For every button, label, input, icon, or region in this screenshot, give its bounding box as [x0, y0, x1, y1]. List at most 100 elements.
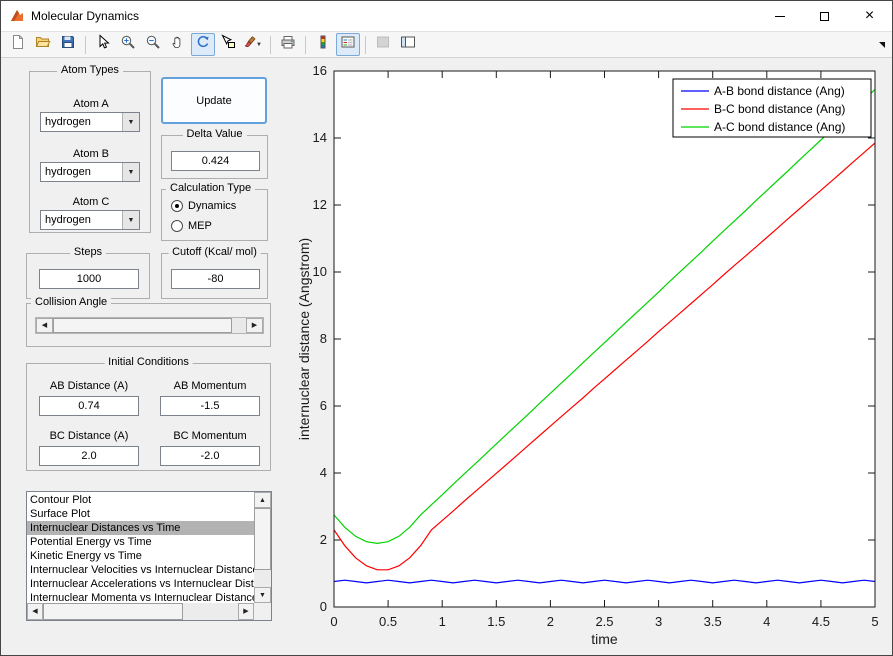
initial-conditions-title: Initial Conditions: [104, 356, 193, 368]
update-button[interactable]: Update: [161, 77, 267, 124]
bc-momentum-label: BC Momentum: [157, 430, 263, 444]
mep-radio[interactable]: MEP: [171, 220, 212, 232]
dynamics-radio[interactable]: Dynamics: [171, 200, 236, 212]
minimize-button[interactable]: [757, 1, 802, 31]
chevron-down-icon[interactable]: ▼: [122, 211, 139, 229]
svg-text:0: 0: [330, 614, 337, 629]
bc-distance-input[interactable]: [39, 446, 139, 466]
toolbar-overflow-icon[interactable]: [879, 42, 885, 48]
brush-button[interactable]: ▼: [241, 33, 265, 56]
list-item[interactable]: Kinetic Energy vs Time: [27, 549, 254, 563]
svg-text:10: 10: [313, 264, 327, 279]
steps-input[interactable]: [39, 269, 139, 289]
svg-text:2: 2: [320, 532, 327, 547]
svg-text:16: 16: [313, 63, 327, 78]
svg-text:A-C bond distance (Ang): A-C bond distance (Ang): [714, 120, 845, 134]
svg-text:2: 2: [547, 614, 554, 629]
initial-conditions-panel: Initial Conditions AB Distance (A) AB Mo…: [26, 363, 271, 471]
open-file-button[interactable]: [31, 33, 55, 56]
slider-left-arrow-icon[interactable]: ◀: [36, 318, 53, 333]
ab-distance-label: AB Distance (A): [35, 380, 143, 394]
list-item[interactable]: Contour Plot: [27, 493, 254, 507]
list-item[interactable]: Internuclear Distances vs Time: [27, 521, 254, 535]
cutoff-input[interactable]: [171, 269, 260, 289]
app-icon: [9, 8, 25, 24]
cutoff-panel: Cutoff (Kcal/ mol): [161, 253, 268, 299]
hscroll-thumb[interactable]: [43, 603, 183, 620]
svg-text:6: 6: [320, 398, 327, 413]
rotate-3d-button[interactable]: [191, 33, 215, 56]
toolbar-separator: [365, 36, 366, 54]
atom-c-label: Atom C: [30, 196, 152, 210]
svg-text:1.5: 1.5: [487, 614, 505, 629]
chevron-down-icon[interactable]: ▼: [122, 163, 139, 181]
zoom-out-button[interactable]: [141, 33, 165, 56]
print-button[interactable]: [276, 33, 300, 56]
svg-text:A-B bond distance (Ang): A-B bond distance (Ang): [714, 84, 845, 98]
scroll-right-icon[interactable]: ▶: [238, 603, 254, 620]
atom-b-select[interactable]: hydrogen ▼: [40, 162, 140, 182]
window-controls: ×: [757, 1, 892, 31]
svg-text:12: 12: [313, 197, 327, 212]
ab-distance-input[interactable]: [39, 396, 139, 416]
maximize-button[interactable]: [802, 1, 847, 31]
cutoff-title: Cutoff (Kcal/ mol): [168, 246, 261, 258]
figure-toolbar: ▼: [1, 31, 892, 58]
brush-dropdown-icon[interactable]: ▼: [256, 42, 262, 48]
list-item[interactable]: Surface Plot: [27, 507, 254, 521]
atom-c-select[interactable]: hydrogen ▼: [40, 210, 140, 230]
atom-c-value: hydrogen: [41, 211, 122, 229]
vscroll-thumb[interactable]: [254, 508, 271, 570]
ab-momentum-label: AB Momentum: [157, 380, 263, 394]
window-title: Molecular Dynamics: [31, 9, 139, 23]
toolbar-separator: [85, 36, 86, 54]
delta-value-input[interactable]: [171, 151, 260, 171]
list-item[interactable]: Internuclear Momenta vs Internuclear Dis…: [27, 591, 254, 603]
hide-plot-tools-button[interactable]: [371, 33, 395, 56]
insert-legend-button[interactable]: [336, 33, 360, 56]
save-icon: [60, 34, 76, 55]
collision-angle-slider[interactable]: ◀ ▶: [35, 317, 264, 334]
close-icon: ×: [865, 8, 874, 24]
list-item[interactable]: Internuclear Accelerations vs Internucle…: [27, 577, 254, 591]
list-item[interactable]: Potential Energy vs Time: [27, 535, 254, 549]
chart-svg[interactable]: 00.511.522.533.544.550246810121416timein…: [296, 63, 884, 655]
zoom-in-button[interactable]: [116, 33, 140, 56]
show-plot-tools-button[interactable]: [396, 33, 420, 56]
svg-text:2.5: 2.5: [595, 614, 613, 629]
edit-plot-button[interactable]: [91, 33, 115, 56]
chevron-down-icon[interactable]: ▼: [122, 113, 139, 131]
ab-momentum-input[interactable]: [160, 396, 260, 416]
atom-types-title: Atom Types: [57, 64, 123, 76]
svg-text:internuclear distance (Angstro: internuclear distance (Angstrom): [296, 238, 312, 440]
zoom-in-icon: [120, 34, 136, 55]
pan-hand-icon: [170, 34, 186, 55]
collision-angle-panel: Collision Angle ◀ ▶: [26, 303, 271, 347]
plot-type-listbox[interactable]: Contour PlotSurface PlotInternuclear Dis…: [26, 491, 272, 621]
svg-text:3.5: 3.5: [704, 614, 722, 629]
atom-a-select[interactable]: hydrogen ▼: [40, 112, 140, 132]
pan-button[interactable]: [166, 33, 190, 56]
bc-momentum-input[interactable]: [160, 446, 260, 466]
save-button[interactable]: [56, 33, 80, 56]
data-cursor-button[interactable]: [216, 33, 240, 56]
rotate-3d-icon: [195, 34, 211, 55]
new-file-button[interactable]: [6, 33, 30, 56]
scroll-up-icon[interactable]: ▲: [254, 492, 271, 508]
listbox-horizontal-scrollbar[interactable]: ◀ ▶: [27, 603, 254, 620]
close-button[interactable]: ×: [847, 1, 892, 31]
plot-area: 00.511.522.533.544.550246810121416timein…: [296, 63, 884, 655]
scroll-down-icon[interactable]: ▼: [254, 587, 271, 603]
atom-a-label: Atom A: [30, 98, 152, 112]
atom-b-value: hydrogen: [41, 163, 122, 181]
title-bar[interactable]: Molecular Dynamics ×: [1, 1, 892, 31]
slider-right-arrow-icon[interactable]: ▶: [246, 318, 263, 333]
collision-angle-title: Collision Angle: [31, 296, 111, 308]
calculation-type-title: Calculation Type: [166, 182, 255, 194]
atom-b-label: Atom B: [30, 148, 152, 162]
insert-colorbar-button[interactable]: [311, 33, 335, 56]
slider-thumb[interactable]: [53, 318, 232, 333]
list-item[interactable]: Internuclear Velocities vs Internuclear …: [27, 563, 254, 577]
listbox-vertical-scrollbar[interactable]: ▲ ▼: [254, 492, 271, 603]
scroll-left-icon[interactable]: ◀: [27, 603, 43, 620]
